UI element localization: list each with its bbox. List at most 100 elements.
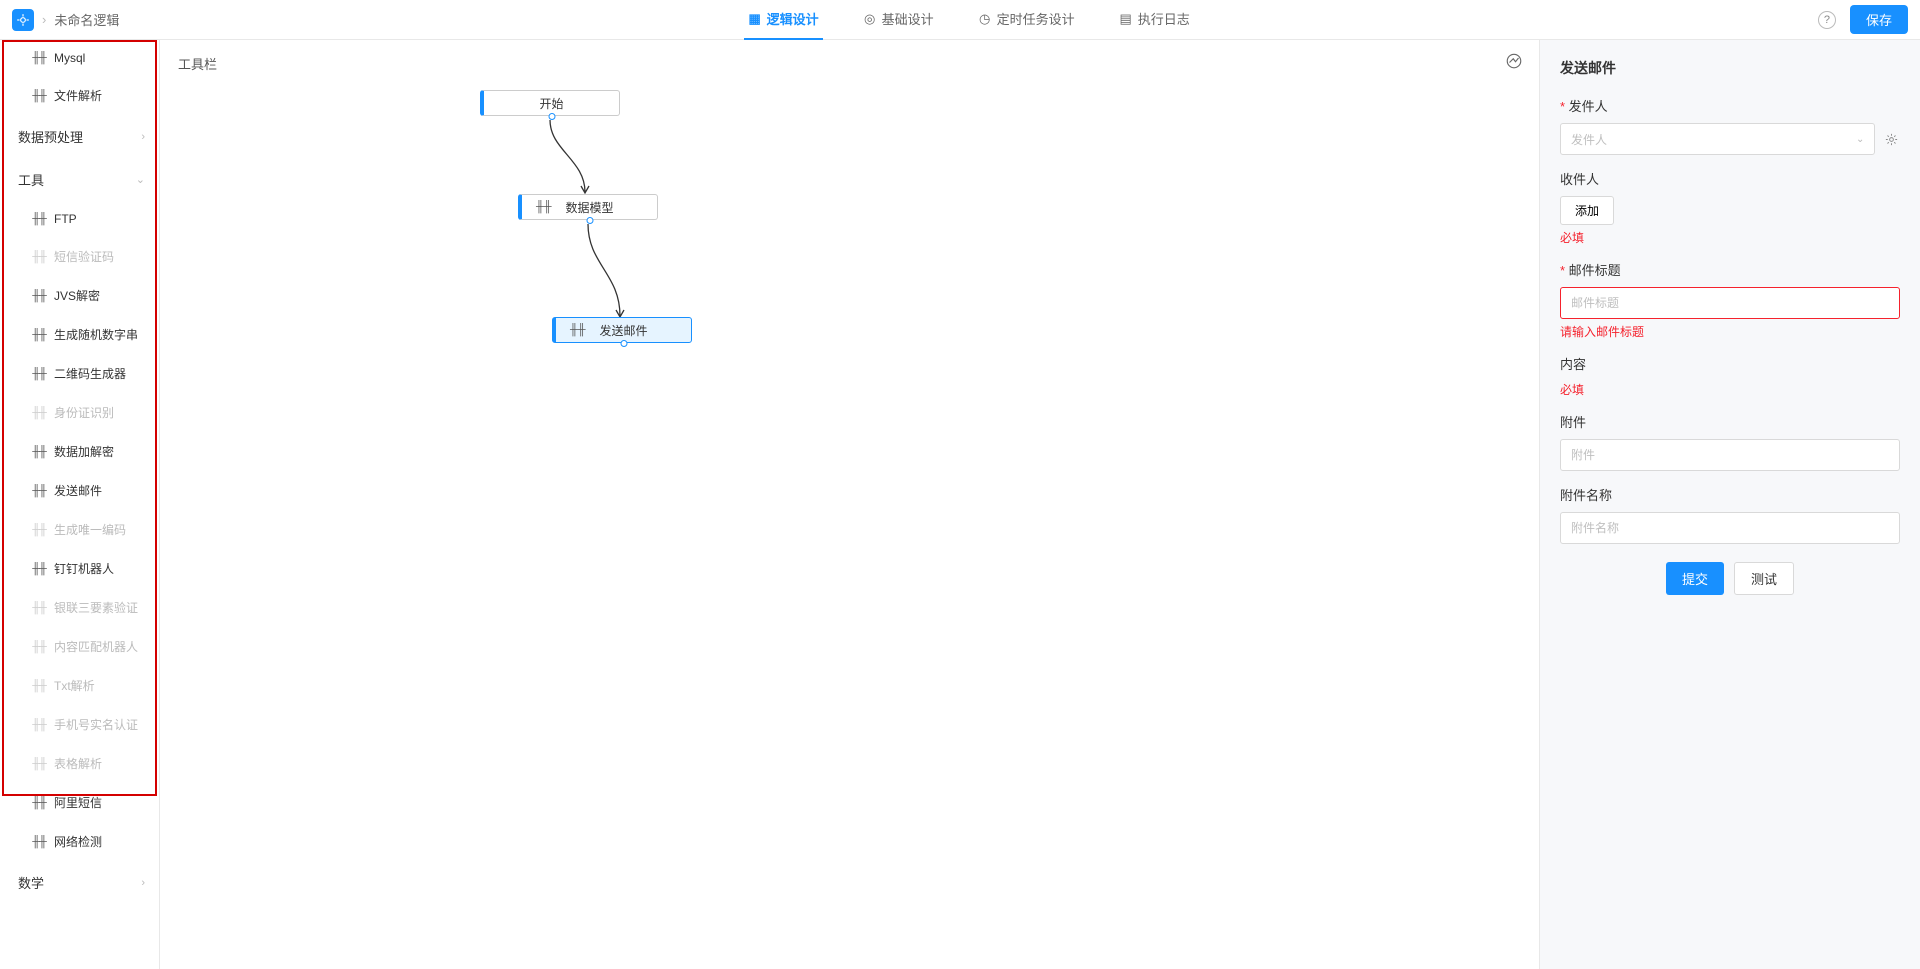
node-icon: ╫╫ bbox=[32, 486, 46, 496]
node-port[interactable] bbox=[548, 113, 555, 120]
sidebar-group-math[interactable]: 数学› bbox=[0, 861, 159, 904]
node-icon: ╫╫ bbox=[32, 369, 46, 379]
subject-input[interactable] bbox=[1560, 287, 1900, 319]
sidebar: ╫╫Mysql ╫╫文件解析 数据预处理› 工具⌄ ╫╫FTP╫╫短信验证码╫╫… bbox=[0, 40, 160, 969]
node-port[interactable] bbox=[586, 217, 593, 224]
sidebar-item-tool[interactable]: ╫╫ 身份证识别 bbox=[0, 393, 159, 432]
sidebar-item-file-parse[interactable]: ╫╫文件解析 bbox=[0, 76, 159, 115]
sidebar-item-tool[interactable]: ╫╫手机号实名认证 bbox=[0, 705, 159, 744]
node-data-model[interactable]: ╫╫ 数据模型 bbox=[518, 194, 658, 220]
sidebar-group-preprocess[interactable]: 数据预处理› bbox=[0, 115, 159, 158]
sidebar-item-tool[interactable]: ╫╫ 数据加解密 bbox=[0, 432, 159, 471]
node-icon: ╫╫ bbox=[32, 252, 46, 262]
sidebar-item-tool[interactable]: ╫╫ 表格解析 bbox=[0, 744, 159, 783]
tab-label: 定时任务设计 bbox=[997, 9, 1075, 28]
breadcrumb: 未命名逻辑 bbox=[54, 10, 119, 29]
node-start[interactable]: 开始 bbox=[480, 90, 620, 116]
attachment-name-input[interactable] bbox=[1560, 512, 1900, 544]
item-label: 阿里短信 bbox=[54, 794, 102, 811]
node-label: 开始 bbox=[539, 95, 563, 112]
sidebar-item-tool[interactable]: ╫╫钉钉机器人 bbox=[0, 549, 159, 588]
node-icon: ╫╫ bbox=[32, 330, 46, 340]
item-label: 网络检测 bbox=[54, 833, 102, 850]
sidebar-item-tool[interactable]: ╫╫ Txt解析 bbox=[0, 666, 159, 705]
node-icon: ╫╫ bbox=[32, 642, 46, 652]
subject-label: 邮件标题 bbox=[1560, 260, 1900, 279]
node-send-mail[interactable]: ╫╫ 发送邮件 bbox=[552, 317, 692, 343]
sidebar-item-tool[interactable]: ╫╫FTP bbox=[0, 201, 159, 237]
node-icon: ╫╫ bbox=[32, 53, 46, 63]
edge bbox=[578, 224, 638, 320]
node-label: 数据模型 bbox=[565, 199, 613, 216]
item-label: Txt解析 bbox=[54, 677, 95, 694]
minimap-icon[interactable] bbox=[1503, 50, 1525, 72]
toolbar-label: 工具栏 bbox=[178, 54, 217, 73]
node-label: 发送邮件 bbox=[599, 322, 647, 339]
log-icon: ▤ bbox=[1119, 12, 1133, 26]
attachment-input[interactable] bbox=[1560, 439, 1900, 471]
sidebar-item-tool[interactable]: ╫╫ 内容匹配机器人 bbox=[0, 627, 159, 666]
item-label: 二维码生成器 bbox=[54, 365, 126, 382]
tab-basic-design[interactable]: ◎ 基础设计 bbox=[859, 0, 938, 40]
node-icon: ╫╫ bbox=[32, 291, 46, 301]
item-label: 生成随机数字串 bbox=[54, 326, 138, 343]
node-icon: ╫╫ bbox=[570, 324, 586, 336]
chevron-right-icon: › bbox=[141, 877, 145, 889]
sidebar-group-tools[interactable]: 工具⌄ bbox=[0, 158, 159, 201]
edge bbox=[520, 120, 600, 196]
sidebar-item-tool[interactable]: ╫╫阿里短信 bbox=[0, 783, 159, 822]
recipient-error: 必填 bbox=[1560, 229, 1900, 246]
sidebar-item-tool[interactable]: ╫╫发送邮件 bbox=[0, 471, 159, 510]
node-icon: ╫╫ bbox=[32, 681, 46, 691]
canvas[interactable]: 工具栏 开始 ╫╫ 数据模型 ╫╫ bbox=[160, 40, 1540, 969]
sidebar-item-tool[interactable]: ╫╫ 生成唯一编码 bbox=[0, 510, 159, 549]
content-label: 内容 bbox=[1560, 354, 1900, 373]
item-label: 内容匹配机器人 bbox=[54, 638, 138, 655]
item-label: 生成唯一编码 bbox=[54, 521, 126, 538]
tab-scheduled-task[interactable]: ◷ 定时任务设计 bbox=[974, 0, 1079, 40]
sidebar-item-tool[interactable]: ╫╫ 银联三要素验证 bbox=[0, 588, 159, 627]
tab-label: 基础设计 bbox=[882, 9, 934, 28]
node-icon: ╫╫ bbox=[32, 603, 46, 613]
item-label: 身份证识别 bbox=[54, 404, 114, 421]
tab-logic-design[interactable]: ▦ 逻辑设计 bbox=[744, 0, 823, 40]
item-label: 银联三要素验证 bbox=[54, 599, 138, 616]
sidebar-item-tool[interactable]: ╫╫网络检测 bbox=[0, 822, 159, 861]
group-label: 数据预处理 bbox=[18, 127, 83, 146]
chevron-down-icon: ⌄ bbox=[1856, 134, 1864, 145]
gear-icon[interactable] bbox=[1883, 130, 1900, 148]
item-label: 文件解析 bbox=[54, 87, 102, 104]
item-label: FTP bbox=[54, 212, 77, 226]
node-icon: ╫╫ bbox=[32, 525, 46, 535]
help-icon[interactable]: ? bbox=[1818, 11, 1836, 29]
tab-execution-log[interactable]: ▤ 执行日志 bbox=[1115, 0, 1194, 40]
save-button[interactable]: 保存 bbox=[1850, 5, 1908, 34]
sidebar-item-mysql[interactable]: ╫╫Mysql bbox=[0, 40, 159, 76]
attachment-label: 附件 bbox=[1560, 412, 1900, 431]
node-icon: ╫╫ bbox=[32, 720, 46, 730]
node-icon: ╫╫ bbox=[32, 447, 46, 457]
subject-error: 请输入邮件标题 bbox=[1560, 323, 1900, 340]
sidebar-item-tool[interactable]: ╫╫短信验证码 bbox=[0, 237, 159, 276]
attachment-name-label: 附件名称 bbox=[1560, 485, 1900, 504]
item-label: 表格解析 bbox=[54, 755, 102, 772]
sidebar-item-tool[interactable]: ╫╫ 生成随机数字串 bbox=[0, 315, 159, 354]
item-label: 数据加解密 bbox=[54, 443, 114, 460]
clock-icon: ◷ bbox=[978, 12, 992, 26]
breadcrumb-sep: › bbox=[42, 12, 46, 27]
submit-button[interactable]: 提交 bbox=[1666, 562, 1724, 595]
node-port[interactable] bbox=[620, 340, 627, 347]
node-icon: ╫╫ bbox=[536, 201, 552, 213]
logic-icon: ▦ bbox=[748, 12, 762, 26]
item-label: JVS解密 bbox=[54, 287, 100, 304]
sidebar-item-tool[interactable]: ╫╫ 二维码生成器 bbox=[0, 354, 159, 393]
sender-select[interactable]: 发件人 ⌄ bbox=[1560, 123, 1875, 155]
sender-label: 发件人 bbox=[1560, 96, 1900, 115]
item-label: 钉钉机器人 bbox=[54, 560, 114, 577]
node-icon: ╫╫ bbox=[32, 759, 46, 769]
properties-panel: 发送邮件 发件人 发件人 ⌄ 收件人 添加 必填 bbox=[1540, 40, 1920, 969]
sidebar-item-tool[interactable]: ╫╫ JVS解密 bbox=[0, 276, 159, 315]
test-button[interactable]: 测试 bbox=[1734, 562, 1794, 595]
node-icon: ╫╫ bbox=[32, 408, 46, 418]
add-recipient-button[interactable]: 添加 bbox=[1560, 196, 1614, 225]
